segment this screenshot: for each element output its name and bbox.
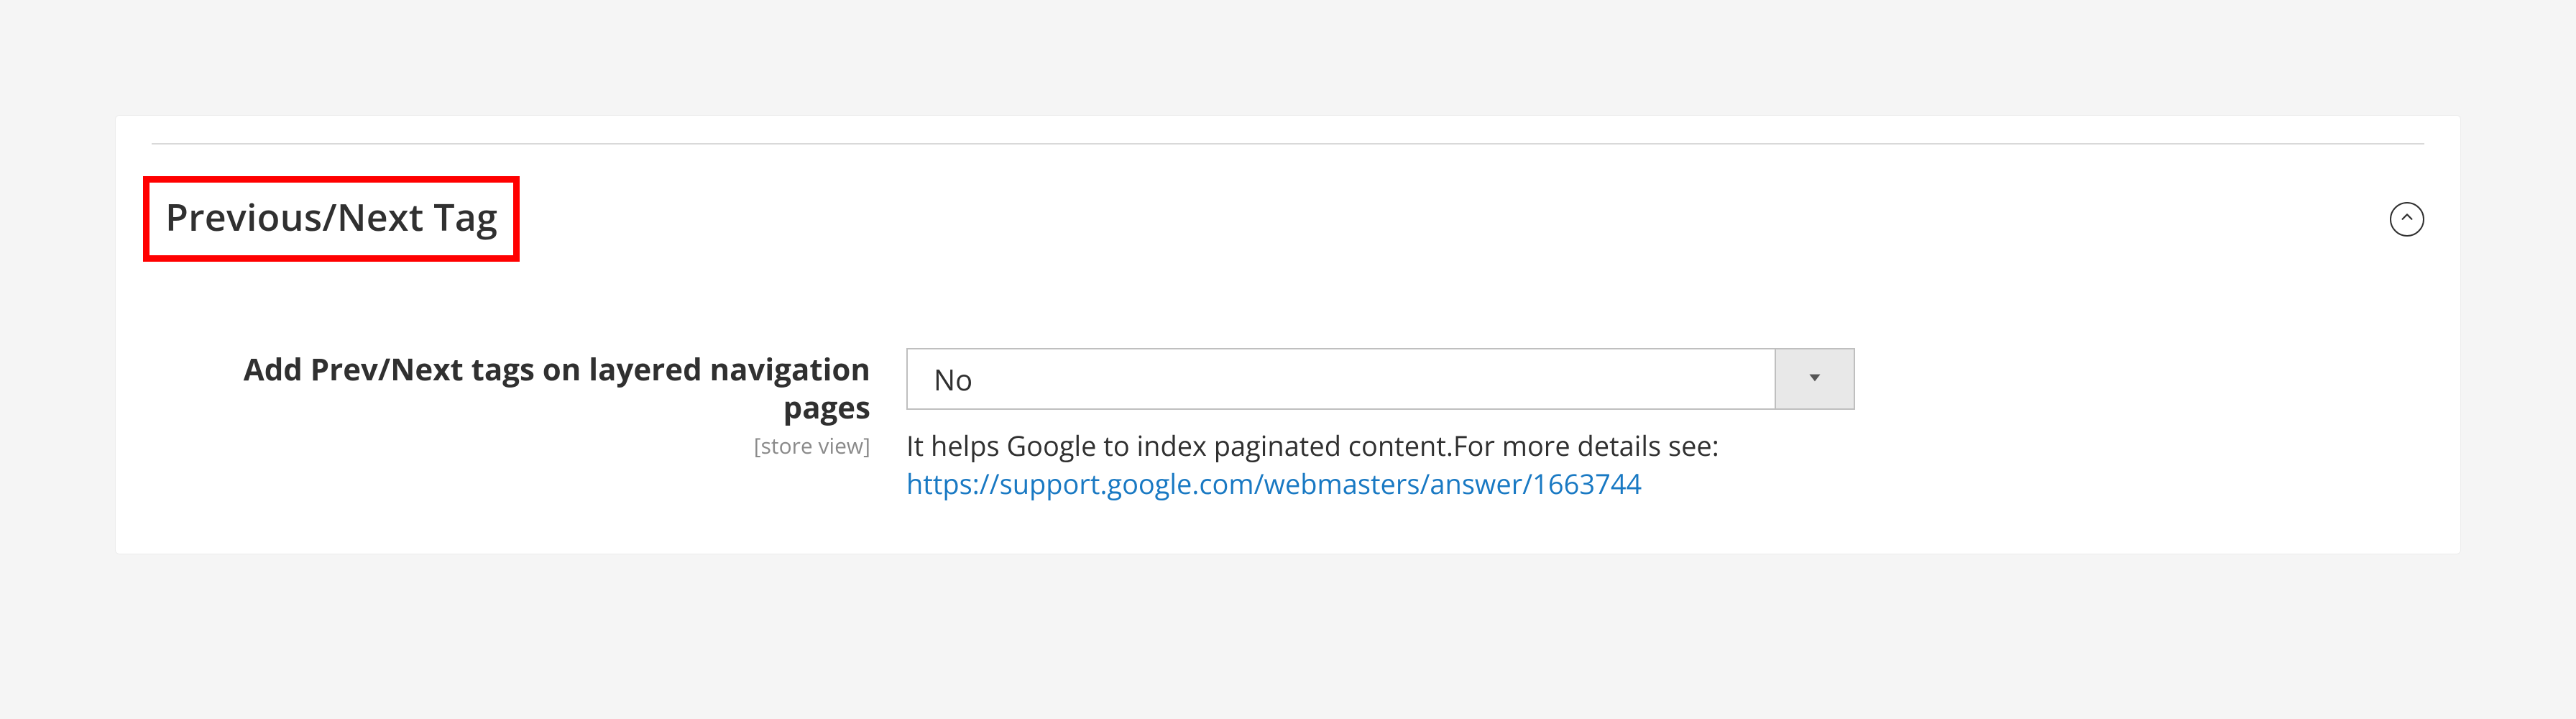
field-row: Add Prev/Next tags on layered navigation… — [152, 348, 2424, 503]
caret-down-icon — [1806, 368, 1824, 390]
help-link[interactable]: https://support.google.com/webmasters/an… — [906, 465, 1642, 503]
title-highlight: Previous/Next Tag — [143, 176, 520, 262]
select-value: No — [908, 349, 1775, 408]
help-text: It helps Google to index paginated conte… — [906, 427, 1719, 464]
section-title: Previous/Next Tag — [165, 191, 497, 242]
card-top-rule — [152, 143, 2424, 145]
field-scope: [store view] — [152, 431, 870, 460]
section-header: Previous/Next Tag — [152, 176, 2424, 262]
field-label: Add Prev/Next tags on layered navigation… — [152, 351, 870, 426]
field-label-column: Add Prev/Next tags on layered navigation… — [152, 348, 906, 460]
field-help: It helps Google to index paginated conte… — [906, 427, 1855, 503]
settings-card: Previous/Next Tag Add Prev/Next tags on … — [115, 115, 2461, 554]
page-root: Previous/Next Tag Add Prev/Next tags on … — [0, 0, 2576, 719]
collapse-toggle[interactable] — [2390, 202, 2424, 237]
chevron-up-icon — [2399, 209, 2415, 229]
field-value-column: No It helps Google to index paginated co… — [906, 348, 1855, 503]
select-caret — [1775, 349, 1854, 408]
prev-next-select[interactable]: No — [906, 348, 1855, 410]
